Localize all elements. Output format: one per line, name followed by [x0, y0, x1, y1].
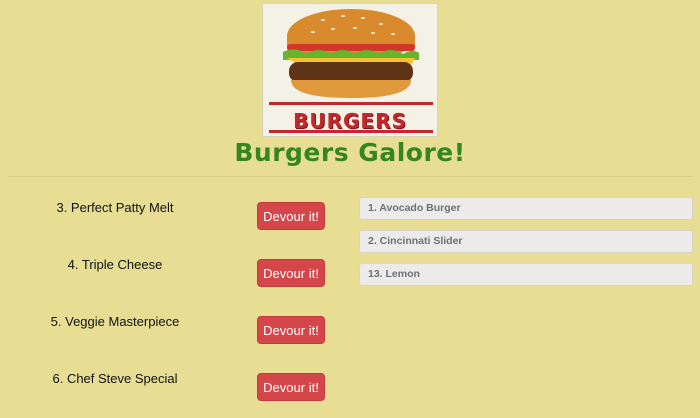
devoured-item: 2. Cincinnati Slider	[359, 230, 693, 253]
devour-button[interactable]: Devour it!	[257, 202, 325, 230]
burger-item: 3. Perfect Patty Melt Devour it!	[0, 190, 345, 247]
uneaten-burger-list: 3. Perfect Patty Melt Devour it! 4. Trip…	[0, 190, 345, 418]
devour-button[interactable]: Devour it!	[257, 316, 325, 344]
burger-item: 5. Veggie Masterpiece Devour it!	[0, 304, 345, 361]
devoured-item: 13. Lemon	[359, 263, 693, 286]
devour-button[interactable]: Devour it!	[257, 259, 325, 287]
devoured-burger-list: 1. Avocado Burger 2. Cincinnati Slider 1…	[359, 197, 693, 296]
page-title: Burgers Galore!	[234, 138, 466, 167]
burger-item: 6. Chef Steve Special Devour it!	[0, 361, 345, 418]
logo-text: BURGERS	[293, 109, 407, 133]
burger-name: 5. Veggie Masterpiece	[50, 314, 180, 329]
burger-name: 6. Chef Steve Special	[52, 371, 178, 386]
devour-button[interactable]: Devour it!	[257, 373, 325, 401]
burger-name: 4. Triple Cheese	[67, 257, 163, 272]
burger-item: 4. Triple Cheese Devour it!	[0, 247, 345, 304]
devoured-item: 1. Avocado Burger	[359, 197, 693, 220]
burger-name: 3. Perfect Patty Melt	[56, 200, 174, 215]
divider	[8, 176, 692, 177]
burger-logo: BURGERS	[262, 3, 438, 137]
